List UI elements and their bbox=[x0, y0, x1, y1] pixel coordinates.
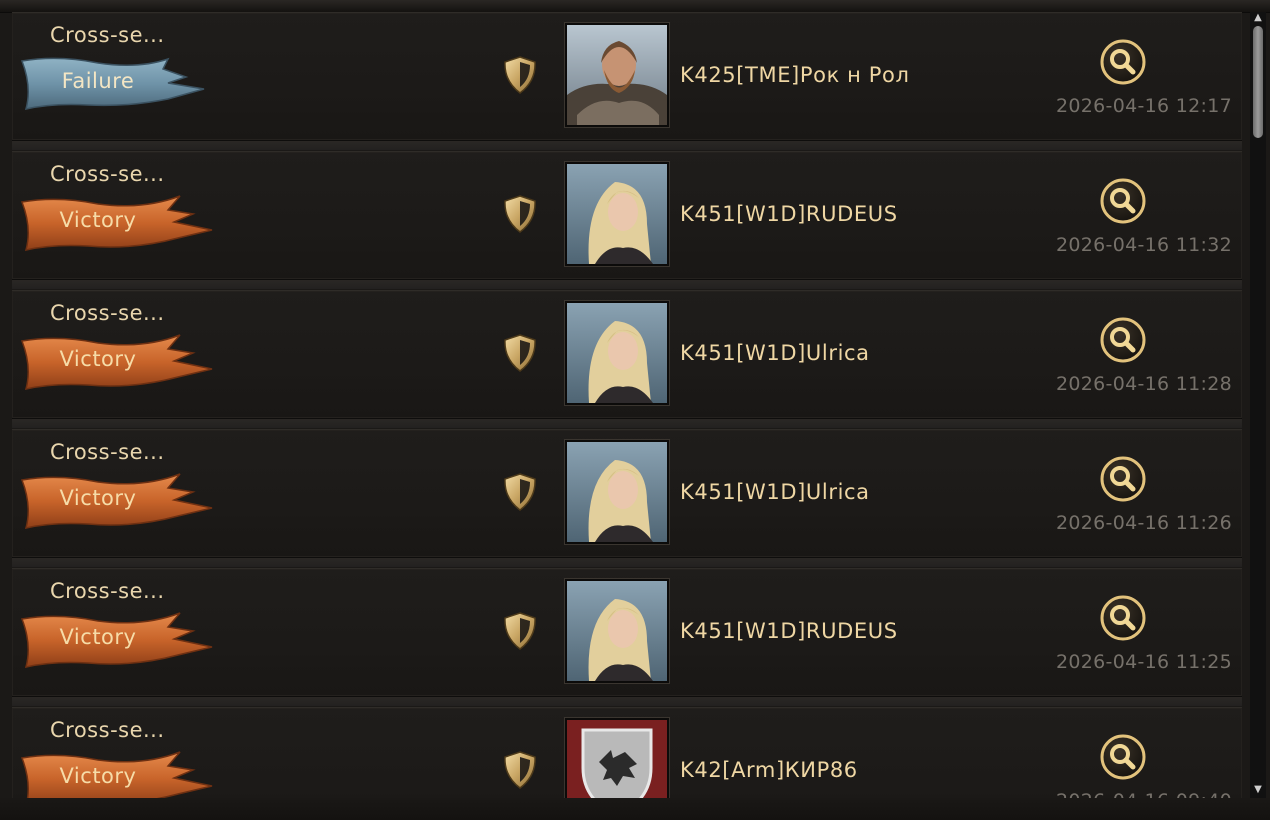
scroll-thumb[interactable] bbox=[1253, 26, 1263, 138]
battle-mode-label: Cross-se... bbox=[50, 718, 165, 742]
shield-icon bbox=[502, 611, 538, 651]
bearded-warrior-portrait bbox=[567, 25, 667, 125]
magnifier-icon bbox=[1100, 734, 1146, 784]
battle-record-row[interactable]: Cross-se... Victory K42[Arm]КИР86 2026-04-1… bbox=[12, 707, 1242, 798]
result-label: Victory bbox=[59, 208, 137, 232]
view-report-button[interactable] bbox=[1100, 456, 1146, 502]
shield-icon bbox=[502, 750, 538, 790]
blonde-queen-portrait bbox=[567, 442, 667, 542]
player-avatar[interactable] bbox=[565, 718, 669, 798]
magnifier-icon bbox=[1100, 317, 1146, 367]
magnifier-icon bbox=[1100, 456, 1146, 506]
battle-mode-label: Cross-se... bbox=[50, 301, 165, 325]
blonde-queen-portrait bbox=[567, 581, 667, 681]
shield-icon bbox=[502, 55, 538, 95]
result-banner: Victory bbox=[18, 186, 218, 254]
shield-icon bbox=[502, 472, 538, 512]
scrollbar[interactable]: ▲ ▼ bbox=[1250, 12, 1266, 798]
shield-icon bbox=[502, 333, 538, 373]
blonde-queen-portrait bbox=[567, 164, 667, 264]
battle-timestamp: 2026-04-16 11:25 bbox=[1055, 651, 1232, 673]
view-report-button[interactable] bbox=[1100, 734, 1146, 780]
blonde-queen-portrait bbox=[567, 303, 667, 403]
magnifier-icon bbox=[1100, 178, 1146, 228]
battle-report-list[interactable]: Cross-se... Failure K425[TME]Рок н Рол 2026… bbox=[12, 12, 1242, 798]
player-avatar[interactable] bbox=[565, 162, 669, 266]
battle-mode-label: Cross-se... bbox=[50, 23, 165, 47]
battle-record-row[interactable]: Cross-se... Victory K451[W1D]RUDEUS 2026-04… bbox=[12, 151, 1242, 280]
result-banner: Failure bbox=[18, 47, 218, 115]
battle-timestamp: 2026-04-16 11:32 bbox=[1055, 234, 1232, 256]
player-avatar[interactable] bbox=[565, 440, 669, 544]
battle-record-row[interactable]: Cross-se... Failure K425[TME]Рок н Рол 2026… bbox=[12, 12, 1242, 141]
view-report-button[interactable] bbox=[1100, 317, 1146, 363]
result-label: Victory bbox=[59, 486, 137, 510]
scroll-up-arrow-icon[interactable]: ▲ bbox=[1252, 12, 1264, 24]
battle-mode-label: Cross-se... bbox=[50, 579, 165, 603]
battle-timestamp: 2026-04-16 09:40 bbox=[1052, 790, 1232, 798]
opponent-name: K425[TME]Рок н Рол bbox=[680, 63, 910, 87]
opponent-name: K451[W1D]Ulrica bbox=[680, 480, 870, 504]
battle-mode-label: Cross-se... bbox=[50, 440, 165, 464]
battle-record-row[interactable]: Cross-se... Victory K451[W1D]Ulrica 2026-04… bbox=[12, 290, 1242, 419]
battle-record-row[interactable]: Cross-se... Victory K451[W1D]Ulrica 2026-04… bbox=[12, 429, 1242, 558]
result-label: Victory bbox=[59, 625, 137, 649]
magnifier-icon bbox=[1100, 595, 1146, 645]
result-label: Victory bbox=[59, 764, 137, 788]
scroll-down-arrow-icon[interactable]: ▼ bbox=[1252, 784, 1264, 796]
result-banner: Victory bbox=[18, 603, 218, 671]
result-banner: Victory bbox=[18, 325, 218, 393]
opponent-name: K42[Arm]КИР86 bbox=[680, 758, 858, 782]
battle-timestamp: 2026-04-16 11:28 bbox=[1055, 373, 1232, 395]
player-avatar[interactable] bbox=[565, 23, 669, 127]
shield-icon bbox=[502, 194, 538, 234]
result-label: Victory bbox=[59, 347, 137, 371]
result-banner: Victory bbox=[18, 742, 218, 798]
opponent-name: K451[W1D]RUDEUS bbox=[680, 202, 898, 226]
battle-mode-label: Cross-se... bbox=[50, 162, 165, 186]
battle-record-row[interactable]: Cross-se... Victory K451[W1D]RUDEUS 2026-04… bbox=[12, 568, 1242, 697]
view-report-button[interactable] bbox=[1100, 595, 1146, 641]
magnifier-icon bbox=[1100, 39, 1146, 89]
player-avatar[interactable] bbox=[565, 301, 669, 405]
view-report-button[interactable] bbox=[1100, 178, 1146, 224]
result-banner: Victory bbox=[18, 464, 218, 532]
player-avatar[interactable] bbox=[565, 579, 669, 683]
result-label: Failure bbox=[61, 69, 135, 93]
opponent-name: K451[W1D]RUDEUS bbox=[680, 619, 898, 643]
view-report-button[interactable] bbox=[1100, 39, 1146, 85]
opponent-name: K451[W1D]Ulrica bbox=[680, 341, 870, 365]
battle-timestamp: 2026-04-16 11:26 bbox=[1055, 512, 1232, 534]
battle-timestamp: 2026-04-16 12:17 bbox=[1055, 95, 1232, 117]
bottom-frame-edge bbox=[0, 798, 1270, 820]
